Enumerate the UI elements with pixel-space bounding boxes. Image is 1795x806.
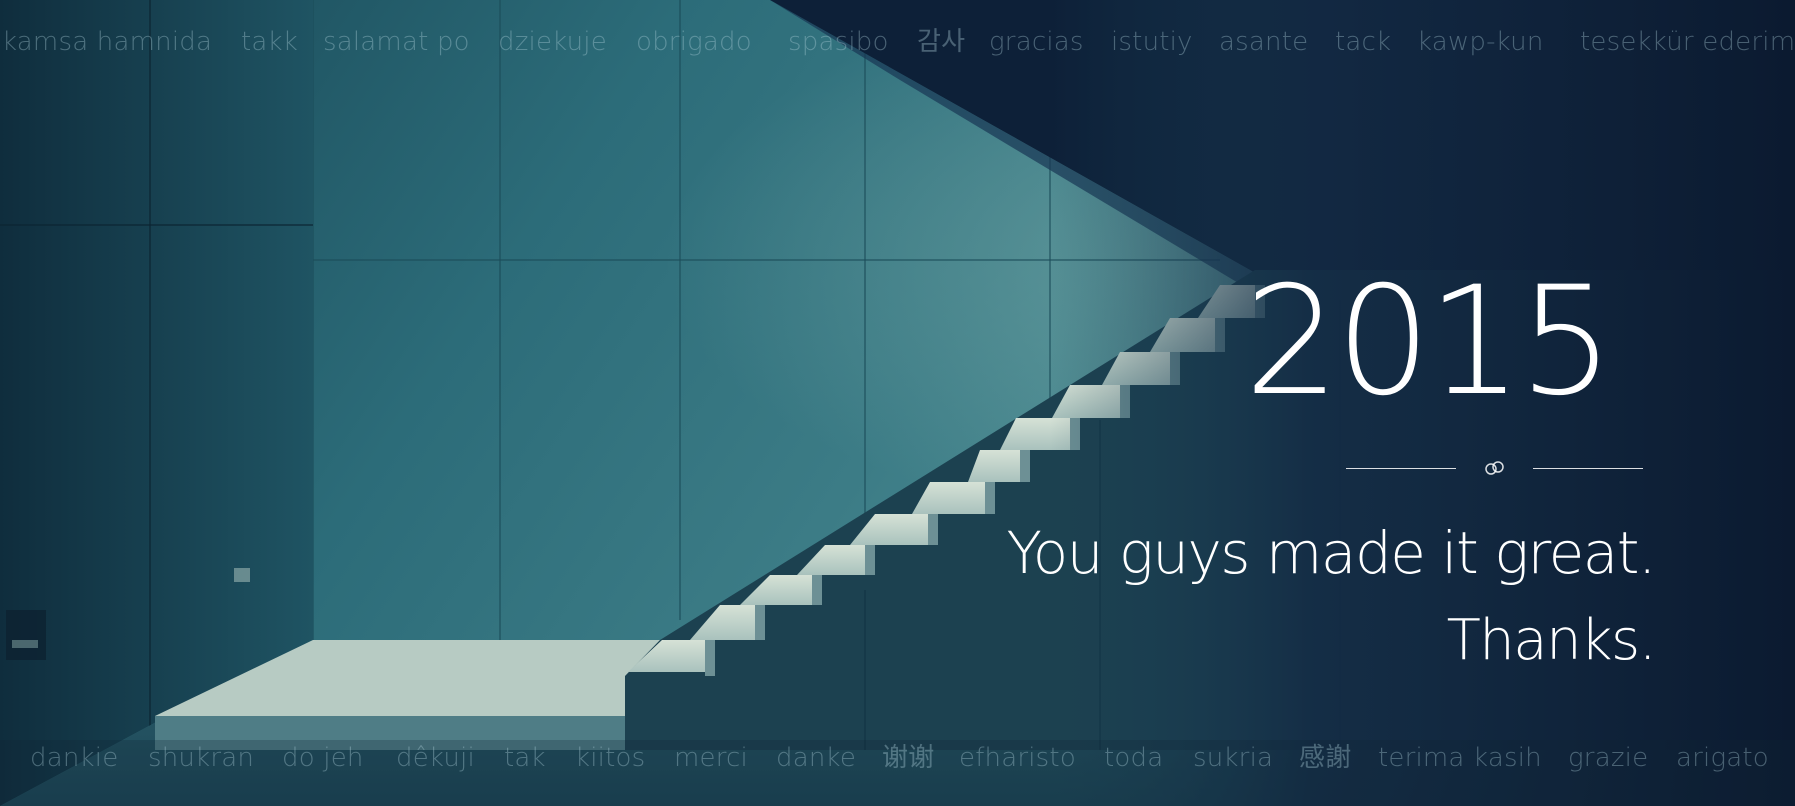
thank-you-words-top: kamsa hamnida takk salamat po dziekuje o… [0, 22, 1795, 62]
thank-you-word: spasibo [788, 27, 889, 57]
thank-you-word: shukran [148, 743, 255, 773]
thank-you-word: kiitos [575, 743, 646, 773]
thank-you-word: obrigado [636, 27, 752, 57]
thank-you-word: tack [1335, 27, 1392, 57]
thank-you-word: dziekuje [498, 27, 607, 57]
double-ring-icon [1485, 461, 1504, 475]
thanks-text: Thanks. [1446, 608, 1657, 673]
thank-you-word: istutiy [1111, 27, 1193, 57]
thank-you-word: 감사 [917, 27, 966, 57]
thank-you-word: kamsa hamnida [2, 27, 213, 57]
thank-you-word: danke [776, 743, 857, 773]
thank-you-word: efharisto [959, 743, 1076, 773]
thank-you-word: asante [1219, 27, 1309, 57]
thank-you-word: merci [674, 743, 748, 773]
thank-you-word: 感謝 [1299, 743, 1352, 773]
thank-you-word: gracias [989, 27, 1084, 57]
thank-you-word: kawp-kun [1417, 27, 1544, 57]
thank-you-word: takk [241, 27, 299, 57]
thank-you-word: terima kasih [1378, 743, 1542, 773]
tagline-text: You guys made it great. [1006, 519, 1656, 587]
thank-you-word: salamat po [323, 27, 470, 57]
thank-you-word: dêkuji [396, 743, 475, 773]
thank-you-word: arigato [1676, 743, 1769, 773]
thank-you-word: dankie [30, 743, 119, 773]
divider-line-left [1346, 468, 1456, 469]
divider-line-right [1533, 468, 1643, 469]
year-heading: 2015 [1244, 255, 1614, 429]
ornament-divider [1346, 460, 1643, 476]
thank-you-word: grazie [1568, 743, 1649, 773]
thank-you-word: tak [504, 743, 546, 773]
thank-you-word: 谢谢 [882, 743, 935, 773]
thank-you-word: toda [1104, 743, 1164, 773]
thank-you-word: do jeh [282, 743, 364, 773]
thank-you-word: tesekkür ederim [1580, 27, 1795, 57]
thanks-banner: kamsa hamnida takk salamat po dziekuje o… [0, 0, 1795, 806]
thank-you-word: sukria [1193, 743, 1274, 773]
thank-you-words-bottom: dankie shukran do jeh dêkuji tak kiitos … [0, 738, 1795, 778]
